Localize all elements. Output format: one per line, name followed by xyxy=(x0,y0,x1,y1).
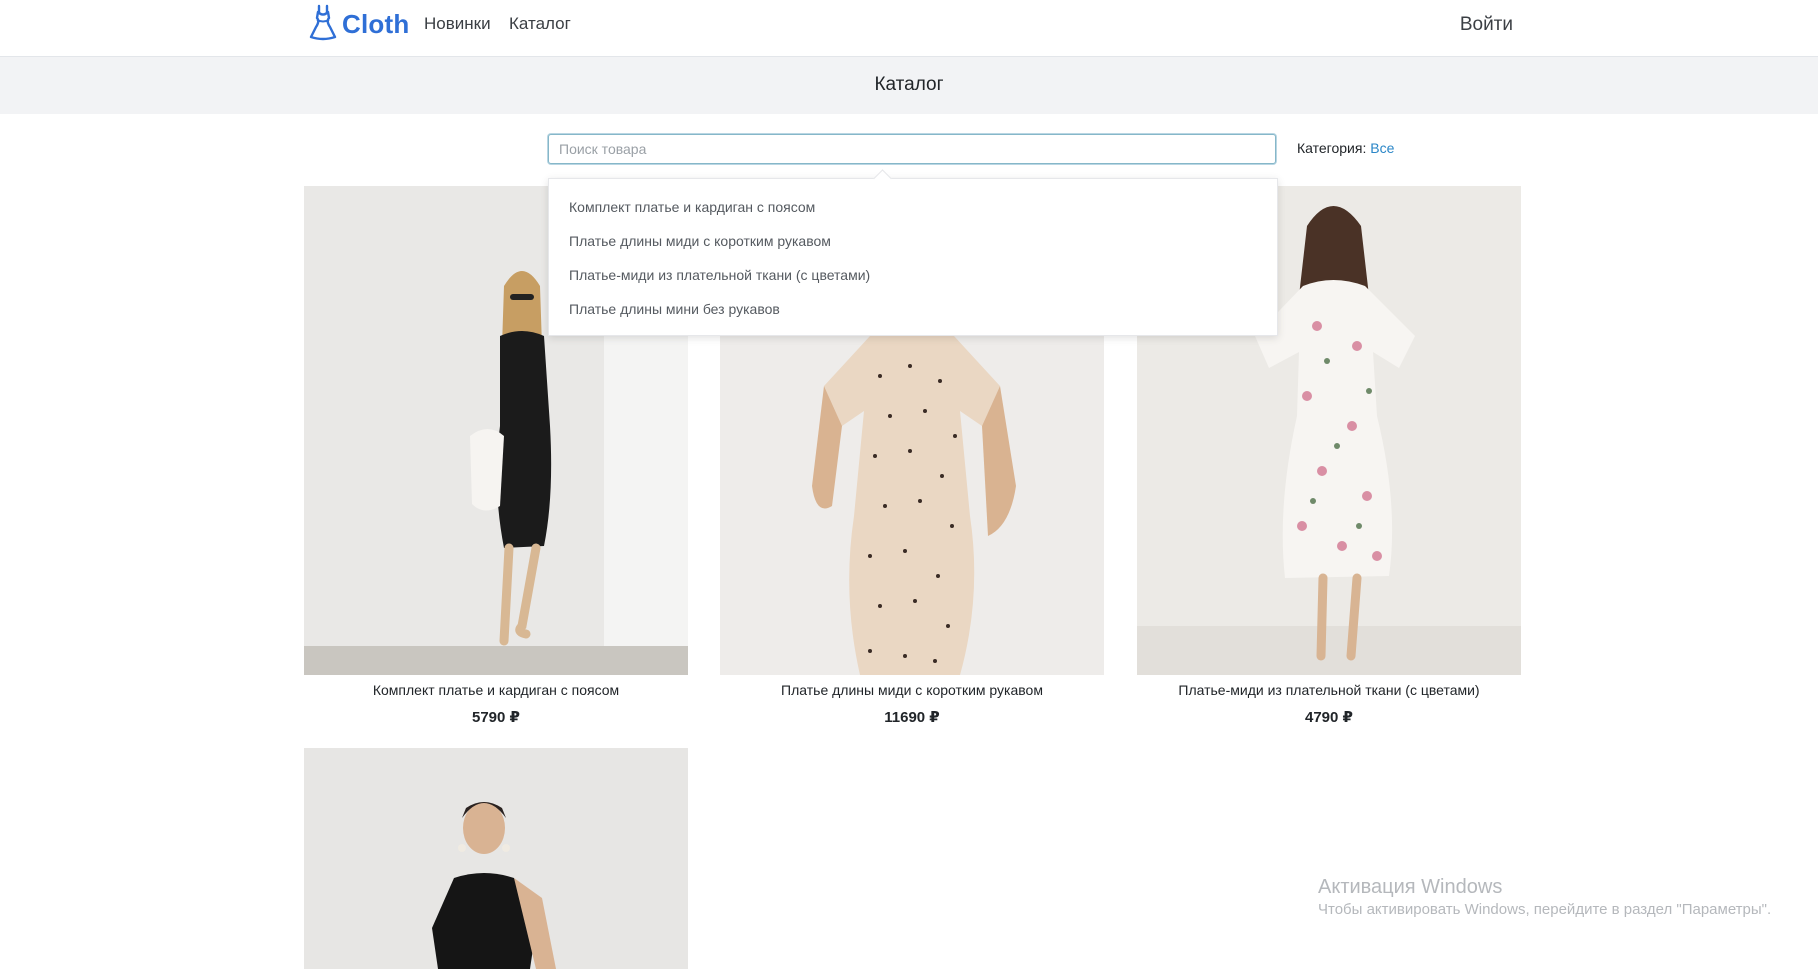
category-filter: Категория: Все xyxy=(1297,140,1394,156)
suggestion-item[interactable]: Платье длины мини без рукавов xyxy=(569,301,780,317)
top-navbar: Cloth Новинки Каталог Войти xyxy=(0,0,1818,57)
brand-logo[interactable]: Cloth xyxy=(308,4,409,44)
category-select[interactable]: Все xyxy=(1370,140,1394,156)
search-input[interactable] xyxy=(548,134,1276,164)
category-label: Категория: xyxy=(1297,140,1367,156)
windows-activation-subtitle: Чтобы активировать Windows, перейдите в … xyxy=(1318,901,1772,918)
product-image[interactable] xyxy=(304,748,688,969)
product-name[interactable]: Комплект платье и кардиган с поясом xyxy=(304,682,688,698)
windows-activation-title: Активация Windows xyxy=(1318,876,1503,898)
product-name[interactable]: Платье-миди из плательной ткани (с цвета… xyxy=(1137,682,1521,698)
product-price: 11690 ₽ xyxy=(884,709,940,726)
suggestion-item[interactable]: Платье длины миди с коротким рукавом xyxy=(569,233,831,249)
page-title: Каталог xyxy=(874,74,944,95)
dress-icon xyxy=(308,3,338,46)
product-price: 4790 ₽ xyxy=(1305,709,1353,726)
suggestion-item[interactable]: Комплект платье и кардиган с поясом xyxy=(569,199,815,215)
nav-link-katalog[interactable]: Каталог xyxy=(509,14,571,34)
nav-link-novinki[interactable]: Новинки xyxy=(424,14,491,34)
suggestion-item[interactable]: Платье-миди из плательной ткани (с цвета… xyxy=(569,267,870,283)
product-price: 5790 ₽ xyxy=(472,709,520,726)
page-title-band: Каталог xyxy=(0,57,1818,114)
search-suggestions-dropdown: Комплект платье и кардиган с поясом Плат… xyxy=(548,169,1278,336)
product-name[interactable]: Платье длины миди с коротким рукавом xyxy=(720,682,1104,698)
login-link[interactable]: Войти xyxy=(1460,14,1513,36)
brand-name: Cloth xyxy=(342,8,410,39)
dropdown-caret-icon xyxy=(873,169,892,188)
